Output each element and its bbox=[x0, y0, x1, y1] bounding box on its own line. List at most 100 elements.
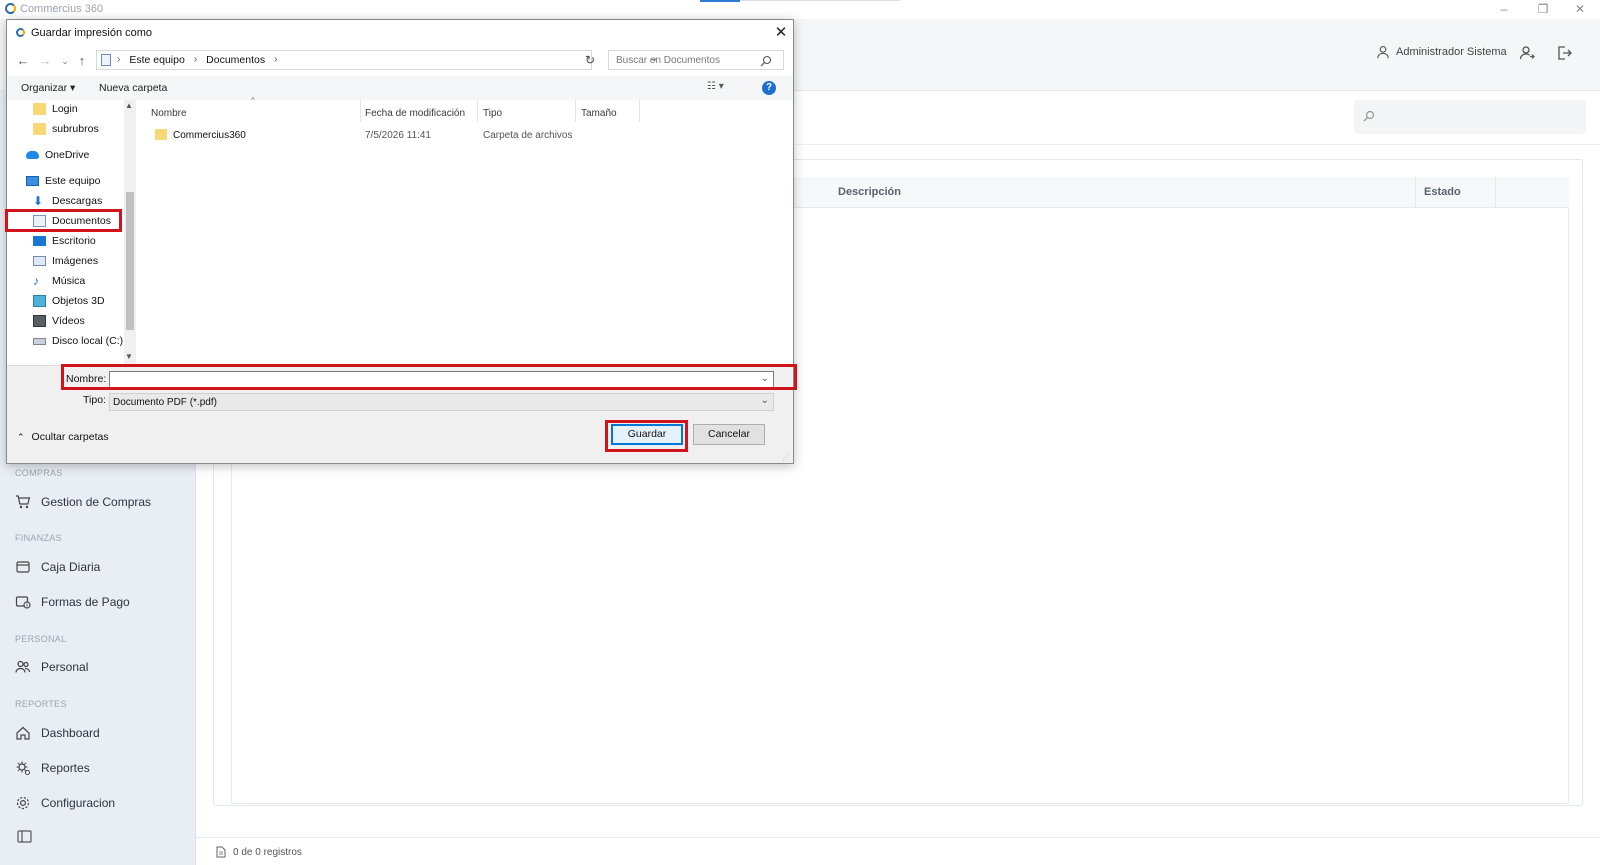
help-icon[interactable]: ? bbox=[762, 81, 776, 95]
cancel-button[interactable]: Cancelar bbox=[693, 424, 765, 445]
nav-item-subrubros[interactable]: subrubros bbox=[33, 123, 99, 135]
filetype-value: Documento PDF (*.pdf) bbox=[113, 397, 217, 408]
switch-user-icon[interactable] bbox=[1519, 45, 1535, 61]
nav-item-disco-local[interactable]: Disco local (C:) bbox=[33, 335, 123, 347]
cube-icon bbox=[33, 295, 46, 307]
scroll-up-icon[interactable]: ▲ bbox=[125, 101, 133, 110]
sidebar-item-label: Personal bbox=[41, 660, 89, 674]
desktop-icon bbox=[33, 236, 46, 246]
sidebar-item-formas-pago[interactable]: Formas de Pago bbox=[15, 594, 130, 610]
breadcrumb-documentos[interactable]: Documentos bbox=[206, 54, 265, 66]
sidebar-item-caja-diaria[interactable]: Caja Diaria bbox=[15, 559, 100, 575]
sidebar-item-configuracion[interactable]: Configuracion bbox=[15, 795, 115, 811]
music-icon: ♪ bbox=[33, 274, 39, 288]
filename-dropdown-icon[interactable]: ⌄ bbox=[761, 373, 769, 384]
logout-icon[interactable] bbox=[1556, 45, 1572, 61]
minimize-icon[interactable]: – bbox=[1492, 1, 1516, 17]
people-icon bbox=[15, 660, 31, 673]
scrollbar-thumb[interactable] bbox=[126, 192, 134, 330]
sidebar-section-personal: PERSONAL bbox=[15, 634, 67, 644]
scroll-down-icon[interactable]: ▼ bbox=[125, 352, 133, 361]
app-logo-icon bbox=[5, 3, 16, 14]
nav-item-documentos[interactable]: Documentos bbox=[33, 215, 111, 227]
recent-locations-chevron-icon[interactable]: ⌄ bbox=[57, 53, 73, 69]
nav-item-label: Descargas bbox=[52, 195, 103, 207]
column-header-nombre[interactable]: Nombre bbox=[151, 108, 187, 119]
sidebar-item-gestion-compras[interactable]: Gestion de Compras bbox=[15, 494, 151, 510]
column-divider bbox=[477, 100, 478, 122]
filename-field[interactable]: ⌄ bbox=[109, 371, 774, 389]
nav-item-descargas[interactable]: ⬇ Descargas bbox=[33, 195, 102, 207]
filetype-select[interactable]: Documento PDF (*.pdf) ⌄ bbox=[109, 393, 774, 411]
file-name: Commercius360 bbox=[173, 130, 246, 141]
search-input[interactable] bbox=[1354, 100, 1586, 134]
column-header-tamano[interactable]: Tamaño bbox=[581, 108, 617, 119]
nav-item-label: Documentos bbox=[52, 215, 111, 227]
nav-item-musica[interactable]: ♪ Música bbox=[33, 275, 85, 287]
dialog-close-icon[interactable]: ✕ bbox=[771, 23, 791, 43]
nav-item-este-equipo[interactable]: Este equipo bbox=[26, 175, 100, 187]
nav-item-imagenes[interactable]: Imágenes bbox=[33, 255, 98, 267]
organize-label: Organizar bbox=[21, 82, 68, 94]
column-divider bbox=[639, 100, 640, 122]
hide-folders-label: Ocultar carpetas bbox=[31, 431, 109, 443]
app-title: Commercius 360 bbox=[20, 3, 104, 15]
nav-item-login[interactable]: Login bbox=[33, 103, 78, 115]
save-button[interactable]: Guardar bbox=[611, 424, 683, 445]
dialog-search-placeholder: Buscar en Documentos bbox=[616, 55, 720, 66]
gear-icon bbox=[16, 796, 30, 810]
nav-item-escritorio[interactable]: Escritorio bbox=[33, 235, 96, 247]
forward-arrow-icon[interactable]: → bbox=[37, 53, 53, 69]
nav-item-label: Disco local (C:) bbox=[52, 335, 124, 347]
sidebar-item-label: Caja Diaria bbox=[41, 560, 101, 574]
user-menu[interactable]: Administrador Sistema bbox=[1376, 45, 1507, 59]
dialog-titlebar: Guardar impresión como ✕ bbox=[7, 20, 793, 46]
nav-item-label: OneDrive bbox=[45, 149, 90, 161]
column-header-fecha[interactable]: Fecha de modificación bbox=[365, 108, 465, 119]
reports-gear-icon bbox=[16, 761, 31, 776]
hide-folders-toggle[interactable]: ⌃ Ocultar carpetas bbox=[17, 431, 109, 443]
nav-item-videos[interactable]: Vídeos bbox=[33, 315, 85, 327]
sidebar-item-reportes[interactable]: Reportes bbox=[15, 760, 90, 776]
command-bar: Organizar ▾ Nueva carpeta ☷ ▾ ? bbox=[7, 76, 793, 100]
nav-item-label: Login bbox=[52, 103, 78, 115]
breadcrumb-este-equipo[interactable]: Este equipo bbox=[129, 54, 184, 66]
column-header-estado[interactable]: Estado bbox=[1424, 186, 1461, 198]
column-header-tipo[interactable]: Tipo bbox=[483, 108, 502, 119]
back-arrow-icon[interactable]: ← bbox=[15, 53, 31, 69]
column-divider bbox=[360, 100, 361, 122]
resize-grip-icon[interactable]: ⋰ bbox=[782, 453, 790, 462]
sidebar-section-finanzas: FINANZAS bbox=[15, 533, 62, 543]
search-icon bbox=[1363, 110, 1375, 122]
dialog-search-input[interactable]: Buscar en Documentos bbox=[608, 50, 784, 70]
cart-icon bbox=[16, 495, 31, 509]
new-folder-button[interactable]: Nueva carpeta bbox=[99, 82, 167, 94]
view-options-icon[interactable]: ☷ ▾ bbox=[707, 81, 737, 95]
column-header-descripcion[interactable]: Descripción bbox=[838, 186, 901, 198]
refresh-icon[interactable]: ↻ bbox=[585, 53, 595, 67]
nav-item-onedrive[interactable]: OneDrive bbox=[26, 149, 89, 161]
chevron-up-icon: ⌃ bbox=[17, 431, 25, 442]
navigation-scrollbar[interactable]: ▲ ▼ bbox=[124, 100, 136, 364]
address-bar[interactable]: › Este equipo › Documentos › ⌄ bbox=[96, 50, 658, 70]
sidebar-item-dashboard[interactable]: Dashboard bbox=[15, 725, 100, 741]
sidebar-item-label: Configuracion bbox=[41, 796, 116, 810]
organize-button[interactable]: Organizar ▾ bbox=[21, 82, 75, 94]
payment-methods-icon bbox=[15, 596, 31, 609]
filename-input[interactable] bbox=[110, 372, 773, 388]
download-icon: ⬇ bbox=[33, 194, 44, 208]
nav-item-objetos-3d[interactable]: Objetos 3D bbox=[33, 295, 105, 307]
chrome-logo-icon bbox=[16, 28, 25, 37]
navigation-pane: Login subrubros OneDrive Este equipo ⬇ D… bbox=[7, 100, 135, 364]
drive-icon bbox=[33, 337, 46, 345]
up-arrow-icon[interactable]: ↑ bbox=[74, 53, 90, 69]
folder-icon bbox=[33, 103, 46, 115]
nav-item-label: subrubros bbox=[52, 123, 99, 135]
file-row[interactable]: Commercius360 7/5/2026 11:41 Carpeta de … bbox=[151, 127, 621, 145]
sidebar-item-personal[interactable]: Personal bbox=[15, 659, 88, 675]
close-window-icon[interactable]: ✕ bbox=[1568, 1, 1592, 17]
collapse-sidebar-icon[interactable] bbox=[17, 830, 32, 843]
restore-icon[interactable]: ❐ bbox=[1531, 1, 1555, 17]
nav-item-label: Vídeos bbox=[52, 315, 85, 327]
filetype-dropdown-icon[interactable]: ⌄ bbox=[761, 395, 769, 406]
